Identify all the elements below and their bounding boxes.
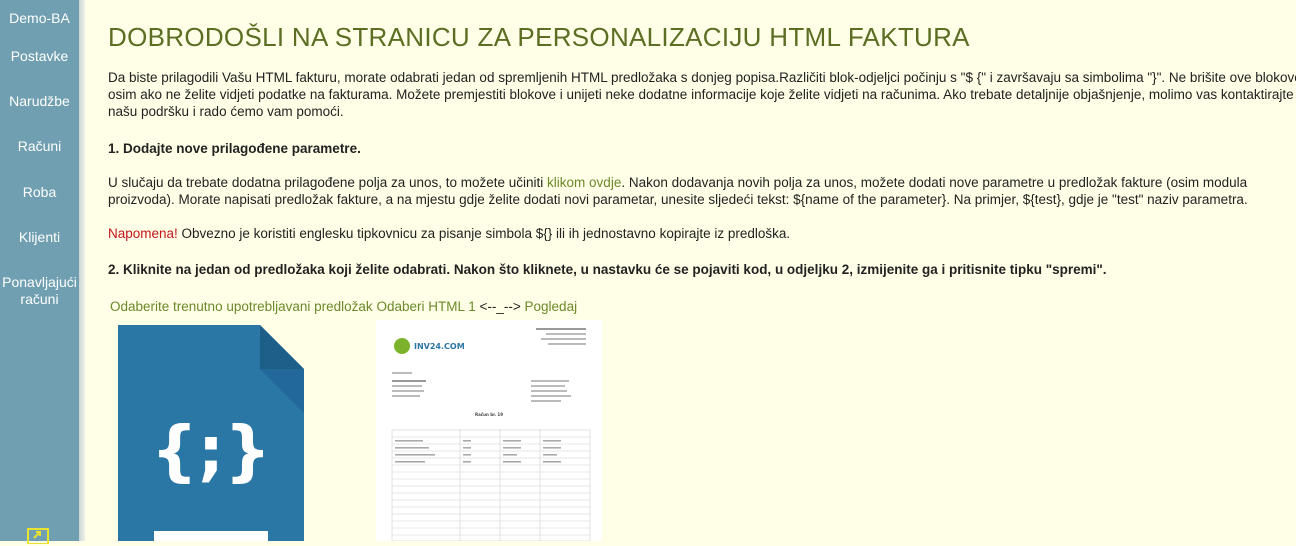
intro-line-3: našu podršku i rado ćemo vam pomoći. bbox=[108, 104, 344, 119]
page-title: DOBRODOŠLI NA STRANICU ZA PERSONALIZACIJ… bbox=[108, 22, 970, 52]
preview-logo: INV24.COM bbox=[414, 342, 465, 351]
sidebar: Demo-BA Postavke Narudžbe Računi Roba Kl… bbox=[0, 0, 79, 544]
sidebar-divider bbox=[79, 0, 85, 541]
sidebar-item-label-line1: Ponavljajući bbox=[2, 274, 77, 290]
step1-heading: 1. Dodajte nove prilagođene parametre. bbox=[108, 141, 361, 156]
sidebar-item-roba[interactable]: Roba bbox=[0, 184, 79, 201]
step1-text-after: . Nakon dodavanja novih polja za unos, m… bbox=[621, 175, 1248, 190]
template-separator: <--_--> bbox=[479, 299, 521, 314]
custom-fields-link[interactable]: klikom ovdje bbox=[547, 175, 621, 190]
choose-html1-link[interactable]: Odaberi HTML 1 bbox=[376, 299, 475, 314]
note-text: Obvezno je koristiti englesku tipkovnicu… bbox=[177, 226, 791, 241]
preview-link[interactable]: Pogledaj bbox=[525, 299, 578, 314]
sidebar-item-postavke[interactable]: Postavke bbox=[0, 48, 79, 65]
invoice-preview-drawing: INV24.COM Račun br. 19 bbox=[391, 328, 591, 542]
svg-text:{;}: {;} bbox=[151, 412, 271, 489]
sidebar-item-racuni[interactable]: Računi bbox=[0, 138, 79, 155]
html-file-icon[interactable]: {;} bbox=[118, 325, 304, 541]
step1-text-before: U slučaju da trebate dodatna prilagođene… bbox=[108, 175, 548, 190]
note: Napomena! Obvezno je koristiti englesku … bbox=[108, 225, 790, 242]
intro-line-1: Da biste prilagodili Vašu HTML fakturu, … bbox=[108, 70, 1296, 85]
note-label: Napomena! bbox=[108, 226, 178, 241]
sidebar-item-demo-ba[interactable]: Demo-BA bbox=[0, 10, 79, 27]
sidebar-item-klijenti[interactable]: Klijenti bbox=[0, 229, 79, 246]
intro-line-2: osim ako ne želite vidjeti podatke na fa… bbox=[108, 87, 1294, 102]
preview-title: Račun br. 19 bbox=[475, 412, 503, 417]
sidebar-item-label-line2: računi bbox=[20, 291, 59, 307]
sidebar-item-narudzbe[interactable]: Narudžbe bbox=[0, 93, 79, 110]
sidebar-item-ponavljajuci-racuni[interactable]: Ponavljajući računi bbox=[0, 274, 79, 308]
invoice-preview-thumbnail[interactable]: INV24.COM Račun br. 19 bbox=[376, 320, 602, 542]
step1-text-line-2: proizvoda). Morate napisati predložak fa… bbox=[108, 192, 1248, 207]
current-template-link[interactable]: Odaberite trenutno upotrebljavani predlo… bbox=[110, 299, 373, 314]
step2-heading: 2. Kliknite na jedan od predložaka koji … bbox=[108, 262, 1107, 277]
step1-text-line-1: U slučaju da trebate dodatna prilagođene… bbox=[108, 174, 1247, 191]
upload-icon[interactable] bbox=[27, 528, 49, 544]
template-links: Odaberite trenutno upotrebljavani predlo… bbox=[110, 298, 577, 315]
